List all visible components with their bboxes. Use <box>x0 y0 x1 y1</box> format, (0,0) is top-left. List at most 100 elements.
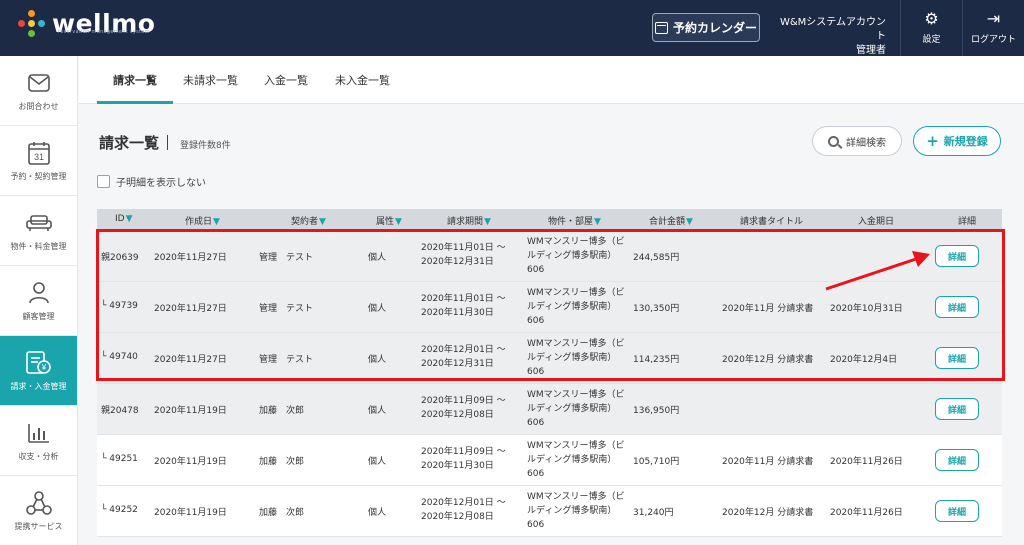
column-header-id[interactable]: ID▼ <box>115 214 133 224</box>
cell-period: 2020年12月01日 ～ 2020年12月31日 <box>421 345 506 369</box>
detail-search-button[interactable]: 詳細検索 <box>812 126 902 156</box>
tab-bar: 請求一覧 未請求一覧 入金一覧 未入金一覧 <box>79 56 1024 104</box>
detail-button[interactable]: 詳細 <box>935 398 979 420</box>
settings-button[interactable]: ⚙ 設定 <box>900 0 962 56</box>
cell-contractor: 管理 テスト <box>259 355 314 365</box>
plus-icon: + <box>926 132 939 150</box>
cell-contractor: 加藤 次郎 <box>259 508 305 518</box>
page-title: 請求一覧 <box>99 134 160 152</box>
sidebar-item-inquiry[interactable]: お問合わせ <box>0 56 77 126</box>
sidebar-item-reservation[interactable]: 31 予約・契約管理 <box>0 126 77 196</box>
hide-child-details-toggle[interactable]: 子明細を表示しない <box>97 174 206 189</box>
cell-invoice-title: 2020年12月 分請求書 <box>722 355 814 365</box>
cell-id: └ 49739 <box>101 301 138 311</box>
cell-due-date: 2020年12月4日 <box>830 355 898 365</box>
tab-unpaid-list[interactable]: 未入金一覧 <box>335 72 390 88</box>
detail-button[interactable]: 詳細 <box>935 449 979 471</box>
sidebar-item-label: 予約・契約管理 <box>10 172 67 181</box>
cell-created: 2020年11月19日 <box>154 406 227 416</box>
sidebar-item-customer[interactable]: 顧客管理 <box>0 266 77 336</box>
detail-button[interactable]: 詳細 <box>935 347 979 369</box>
sidebar-item-property[interactable]: 物件・料金管理 <box>0 196 77 266</box>
tab-billing-list[interactable]: 請求一覧 <box>113 72 157 88</box>
cell-property: WMマンスリー博多（ビルディング博多駅南）606 <box>527 390 625 428</box>
cell-due-date: 2020年11月26日 <box>830 508 903 518</box>
sort-icon: ▼ <box>319 217 326 227</box>
cell-attribute: 個人 <box>368 457 387 467</box>
cell-id: └ 49252 <box>101 505 138 515</box>
sort-icon: ▼ <box>213 217 220 227</box>
main-content: 請求一覧 未請求一覧 入金一覧 未入金一覧 請求一覧 登録件数8件 詳細検索 +… <box>79 56 1024 545</box>
detail-button[interactable]: 詳細 <box>935 500 979 522</box>
sidebar-item-analytics[interactable]: 収支・分析 <box>0 406 77 476</box>
sidebar-item-label: お問合わせ <box>18 102 59 111</box>
cell-created: 2020年11月19日 <box>154 457 227 467</box>
gear-icon: ⚙ <box>924 9 939 28</box>
user-icon <box>28 279 49 307</box>
cell-property: WMマンスリー博多（ビルディング博多駅南）606 <box>527 237 625 275</box>
logout-icon: ⇥ <box>986 9 1001 28</box>
cell-invoice-title: 2020年11月 分請求書 <box>722 457 814 467</box>
column-header-amount[interactable]: 合計金額▼ <box>649 214 693 227</box>
sidebar-item-partner[interactable]: 提携サービス <box>0 476 77 545</box>
tab-unbilled-list[interactable]: 未請求一覧 <box>183 72 238 88</box>
mail-icon <box>27 69 50 97</box>
cell-contractor: 管理 テスト <box>259 253 314 263</box>
reservation-calendar-label: 予約カレンダー <box>672 21 757 35</box>
sidebar-item-billing[interactable]: ¥ 請求・入金管理 <box>0 336 77 406</box>
column-header-attribute[interactable]: 属性▼ <box>376 214 402 227</box>
detail-search-label: 詳細検索 <box>846 137 886 149</box>
record-count: 登録件数8件 <box>180 141 231 151</box>
cell-created: 2020年11月27日 <box>154 355 227 365</box>
table-row: 親20478 2020年11月19日 加藤 次郎 個人 2020年11月09日 … <box>97 384 1002 435</box>
top-bar: wellmo reservation management system 予約カ… <box>0 0 1024 56</box>
table-row: └ 49251 2020年11月19日 加藤 次郎 個人 2020年11月09日… <box>97 435 1002 486</box>
page-header: 請求一覧 登録件数8件 <box>99 132 231 153</box>
title-separator <box>167 135 169 150</box>
table-header: ID▼ 作成日▼ 契約者▼ 属性▼ 請求期間▼ 物件・部屋▼ 合計金額▼ 請求書… <box>97 209 1002 231</box>
new-register-label: 新規登録 <box>943 135 988 148</box>
calendar-icon <box>654 21 668 34</box>
cell-period: 2020年11月01日 ～ 2020年11月30日 <box>421 294 506 318</box>
cell-property: WMマンスリー博多（ビルディング博多駅南）606 <box>527 441 625 479</box>
sidebar-item-label: 顧客管理 <box>22 312 55 321</box>
column-header-period[interactable]: 請求期間▼ <box>447 214 491 227</box>
detail-button[interactable]: 詳細 <box>935 245 979 267</box>
cell-attribute: 個人 <box>368 508 387 518</box>
column-header-detail: 詳細 <box>958 217 977 227</box>
cell-property: WMマンスリー博多（ビルディング博多駅南）606 <box>527 288 625 326</box>
detail-button[interactable]: 詳細 <box>935 296 979 318</box>
new-register-button[interactable]: + 新規登録 <box>913 126 1001 156</box>
sort-icon: ▼ <box>686 217 693 227</box>
account-name: W&Mシステムアカウント <box>779 17 886 42</box>
sidebar-item-label: 請求・入金管理 <box>10 382 67 391</box>
reservation-calendar-button[interactable]: 予約カレンダー <box>652 13 760 42</box>
sofa-icon <box>25 209 52 237</box>
settings-label: 設定 <box>922 35 941 45</box>
account-info: W&Mシステムアカウント 管理者 <box>778 16 886 58</box>
column-header-created[interactable]: 作成日▼ <box>185 214 220 227</box>
hide-child-details-label: 子明細を表示しない <box>116 178 206 189</box>
svg-text:¥: ¥ <box>40 363 46 372</box>
calendar-icon: 31 <box>27 139 50 167</box>
hide-child-details-checkbox[interactable] <box>97 175 110 188</box>
tab-payment-list[interactable]: 入金一覧 <box>264 72 308 88</box>
column-header-invoice-title: 請求書タイトル <box>740 217 804 227</box>
cell-period: 2020年11月09日 ～ 2020年11月30日 <box>421 447 506 471</box>
column-header-due-date: 入金期日 <box>858 217 895 227</box>
column-header-property[interactable]: 物件・部屋▼ <box>548 214 601 227</box>
cell-period: 2020年11月09日 ～ 2020年12月08日 <box>421 396 506 420</box>
logo-mark-icon <box>18 10 46 38</box>
sort-icon: ▼ <box>594 217 601 227</box>
cell-created: 2020年11月27日 <box>154 304 227 314</box>
logout-label: ログアウト <box>970 35 1016 45</box>
logout-button[interactable]: ⇥ ログアウト <box>962 0 1024 56</box>
cell-property: WMマンスリー博多（ビルディング博多駅南）606 <box>527 492 625 530</box>
column-header-contractor[interactable]: 契約者▼ <box>291 214 326 227</box>
cell-amount: 244,585円 <box>633 253 680 263</box>
cell-contractor: 管理 テスト <box>259 304 314 314</box>
bar-chart-icon <box>27 419 50 447</box>
cell-period: 2020年11月01日 ～ 2020年12月31日 <box>421 243 506 267</box>
cell-due-date: 2020年10月31日 <box>830 304 903 314</box>
logo-subtitle: reservation management system <box>58 29 150 35</box>
